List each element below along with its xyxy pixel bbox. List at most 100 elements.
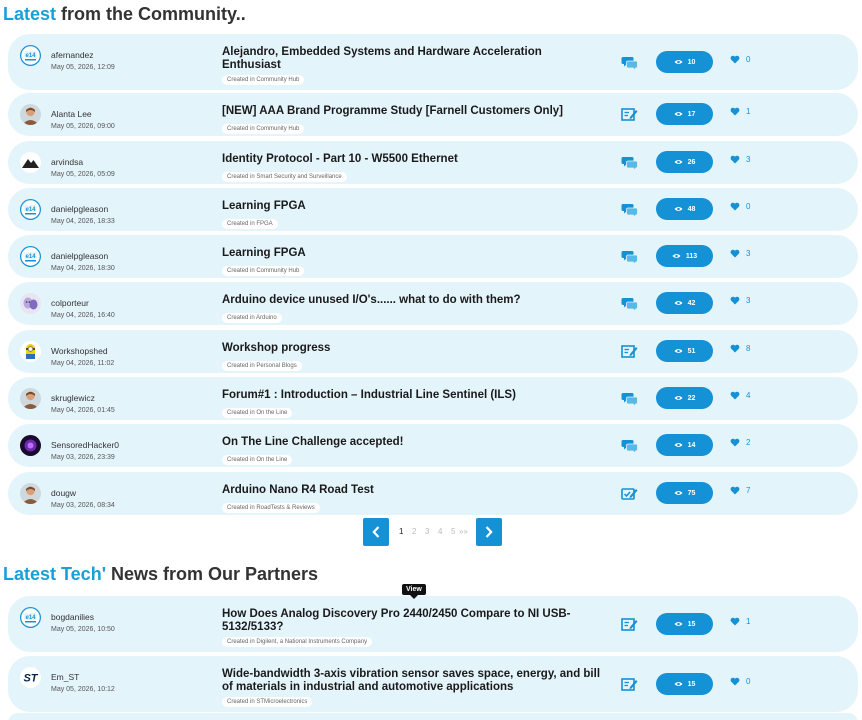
post-title-link[interactable]: Arduino device unused I/O's...... what t…: [222, 294, 602, 307]
likes-counter[interactable]: 3: [730, 155, 750, 164]
post-title-link[interactable]: Workshop progress: [222, 342, 602, 355]
post-author-link[interactable]: dougw: [51, 488, 76, 498]
post-row[interactable]: colporteur May 04, 2026, 16:40 Arduino dev…: [8, 282, 858, 325]
post-row[interactable]: dougw May 03, 2026, 08:34 Arduino Nano R4 …: [8, 472, 858, 515]
views-button[interactable]: 48: [656, 198, 713, 220]
post-category-badge[interactable]: Created in On the Line: [222, 455, 293, 465]
post-title-link[interactable]: Wide-bandwidth 3-axis vibration sensor s…: [222, 668, 602, 694]
post-author-link[interactable]: danielpgleason: [51, 204, 108, 214]
heart-icon[interactable]: [730, 155, 740, 164]
heart-icon[interactable]: [730, 249, 740, 258]
e14-logo-avatar[interactable]: e14: [20, 246, 41, 267]
page-2-link[interactable]: 2: [412, 527, 416, 536]
post-category-badge[interactable]: Created in RoadTests & Reviews: [222, 503, 320, 513]
post-title-link[interactable]: On The Line Challenge accepted!: [222, 436, 602, 449]
post-title-link[interactable]: Learning FPGA: [222, 247, 602, 260]
post-row[interactable]: ST Em_ST May 05, 2026, 10:12 Wide-bandwidth…: [8, 656, 858, 712]
post-row[interactable]: e14 danielpgleason May 04, 2026, 18:33 Lear…: [8, 188, 858, 231]
post-category-badge[interactable]: Created in On the Line: [222, 408, 293, 418]
post-category-badge[interactable]: Created in Digilent, a National Instrume…: [222, 637, 373, 647]
likes-counter[interactable]: 2: [730, 438, 750, 447]
heart-icon[interactable]: [730, 486, 740, 495]
purple-avatar[interactable]: [20, 435, 41, 456]
post-title-link[interactable]: Arduino Nano R4 Road Test: [222, 484, 602, 497]
page-3-link[interactable]: 3: [425, 527, 429, 536]
post-title-link[interactable]: Alejandro, Embedded Systems and Hardware…: [222, 46, 602, 72]
post-title-link[interactable]: Forum#1 : Introduction – Industrial Line…: [222, 389, 602, 402]
more-pages-link[interactable]: »»: [459, 527, 468, 536]
post-author-link[interactable]: danielpgleason: [51, 251, 108, 261]
post-author-link[interactable]: SensoredHacker0: [51, 440, 119, 450]
post-category-badge[interactable]: Created in Community Hub: [222, 75, 305, 85]
views-button[interactable]: 75: [656, 482, 713, 504]
post-author-link[interactable]: Alanta Lee: [51, 109, 92, 119]
likes-counter[interactable]: 0: [730, 677, 750, 686]
post-row[interactable]: arvindsa May 05, 2026, 05:09 Identity Prot…: [8, 141, 858, 184]
heart-icon[interactable]: [730, 202, 740, 211]
st-logo-avatar[interactable]: ST: [20, 667, 41, 688]
next-page-button[interactable]: [476, 518, 502, 546]
views-button[interactable]: 26: [656, 151, 713, 173]
likes-counter[interactable]: 4: [730, 391, 750, 400]
heart-icon[interactable]: [730, 107, 740, 116]
post-title-link[interactable]: [NEW] AAA Brand Programme Study [Farnell…: [222, 105, 602, 118]
minion-avatar[interactable]: [20, 341, 41, 362]
page-1-link[interactable]: 1: [399, 527, 403, 536]
page-4-link[interactable]: 4: [438, 527, 442, 536]
heart-icon[interactable]: [730, 391, 740, 400]
likes-counter[interactable]: 7: [730, 486, 750, 495]
e14-logo-avatar[interactable]: e14: [20, 45, 41, 66]
post-category-badge[interactable]: Created in Arduino: [222, 313, 282, 323]
post-category-badge[interactable]: Created in Community Hub: [222, 266, 305, 276]
likes-counter[interactable]: 8: [730, 344, 750, 353]
post-category-badge[interactable]: Created in FPGA: [222, 219, 278, 229]
mountain-avatar[interactable]: [20, 152, 41, 173]
views-button[interactable]: 51: [656, 340, 713, 362]
likes-counter[interactable]: 0: [730, 55, 750, 64]
prev-page-button[interactable]: [363, 518, 389, 546]
page-5-link[interactable]: 5: [451, 527, 455, 536]
views-button[interactable]: 15: [656, 673, 713, 695]
masks-avatar[interactable]: [20, 293, 41, 314]
post-author-link[interactable]: colporteur: [51, 298, 89, 308]
views-button[interactable]: 22: [656, 387, 713, 409]
views-button[interactable]: 17: [656, 103, 713, 125]
post-row[interactable]: skruglewicz May 04, 2026, 01:45 Forum#1 : …: [8, 377, 858, 420]
person-avatar[interactable]: [20, 388, 41, 409]
views-button[interactable]: 42: [656, 292, 713, 314]
views-button[interactable]: 15: [656, 613, 713, 635]
post-row[interactable]: Workshopshed May 04, 2026, 11:02 Workshop …: [8, 330, 858, 373]
heart-icon[interactable]: [730, 55, 740, 64]
post-author-link[interactable]: afernandez: [51, 50, 94, 60]
heart-icon[interactable]: [730, 438, 740, 447]
post-category-badge[interactable]: Created in Community Hub: [222, 124, 305, 134]
likes-counter[interactable]: 1: [730, 107, 750, 116]
likes-counter[interactable]: 3: [730, 296, 750, 305]
post-title-link[interactable]: Learning FPGA: [222, 200, 602, 213]
post-author-link[interactable]: skruglewicz: [51, 393, 95, 403]
post-author-link[interactable]: Workshopshed: [51, 346, 108, 356]
likes-counter[interactable]: 0: [730, 202, 750, 211]
person-avatar[interactable]: [20, 483, 41, 504]
post-title-link[interactable]: Identity Protocol - Part 10 - W5500 Ethe…: [222, 153, 602, 166]
likes-counter[interactable]: 3: [730, 249, 750, 258]
e14-logo-avatar[interactable]: e14: [20, 199, 41, 220]
person-avatar[interactable]: [20, 104, 41, 125]
post-row[interactable]: SensoredHacker0 May 03, 2026, 23:39 On The…: [8, 424, 858, 467]
heart-icon[interactable]: [730, 296, 740, 305]
post-row[interactable]: e14 bogdanilies May 05, 2026, 10:50 How Doe…: [8, 596, 858, 652]
views-button[interactable]: 10: [656, 51, 713, 73]
heart-icon[interactable]: [730, 344, 740, 353]
post-category-badge[interactable]: Created in Smart Security and Surveillan…: [222, 172, 347, 182]
views-button[interactable]: 113: [656, 245, 713, 267]
post-author-link[interactable]: bogdanilies: [51, 612, 94, 622]
post-title-link[interactable]: How Does Analog Discovery Pro 2440/2450 …: [222, 608, 602, 634]
post-row[interactable]: e14 afernandez May 05, 2026, 12:09 Alejandr…: [8, 34, 858, 90]
views-button[interactable]: 14: [656, 434, 713, 456]
heart-icon[interactable]: [730, 617, 740, 626]
post-row[interactable]: Alanta Lee May 05, 2026, 09:00 [NEW] AAA B…: [8, 93, 858, 136]
heart-icon[interactable]: [730, 677, 740, 686]
likes-counter[interactable]: 1: [730, 617, 750, 626]
post-row[interactable]: e14 danielpgleason May 04, 2026, 18:30 Lear…: [8, 235, 858, 278]
post-author-link[interactable]: Em_ST: [51, 672, 79, 682]
